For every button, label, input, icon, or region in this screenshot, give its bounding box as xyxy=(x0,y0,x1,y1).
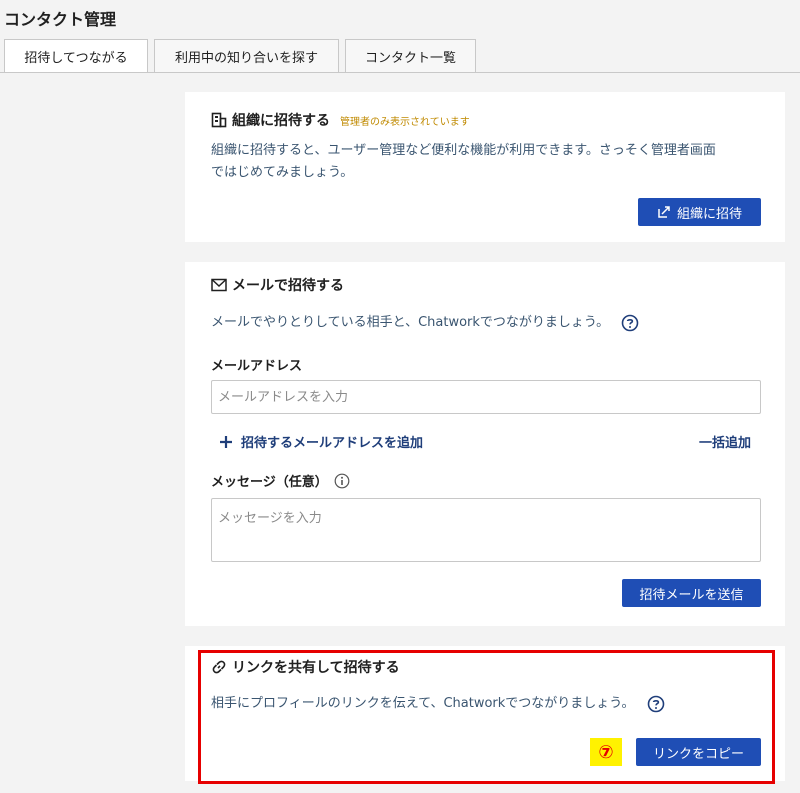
plus-icon xyxy=(220,435,232,448)
send-invite-mail-button[interactable]: 招待メールを送信 xyxy=(622,579,761,607)
tab-bar: 招待してつながる 利用中の知り合いを探す コンタクト一覧 xyxy=(4,39,482,72)
envelope-icon xyxy=(211,278,227,292)
org-invite-description-line1: 組織に招待すると、ユーザー管理など便利な機能が利用できます。さっそく管理者画面 xyxy=(211,143,716,158)
org-invite-button[interactable]: 組織に招待 xyxy=(638,198,761,226)
org-invite-card: 組織に招待する 管理者のみ表示されています 組織に招待すると、ユーザー管理など便… xyxy=(185,92,785,242)
message-textarea[interactable] xyxy=(211,498,761,562)
step-number-badge: ⑦ xyxy=(590,738,622,766)
mail-invite-description-row: メールでやりとりしている相手と、Chatworkでつながりましょう。 xyxy=(211,312,639,334)
send-invite-mail-label: 招待メールを送信 xyxy=(639,587,744,603)
tab-divider xyxy=(0,72,800,73)
email-input[interactable] xyxy=(211,380,761,414)
building-icon xyxy=(211,112,227,128)
question-circle-icon[interactable] xyxy=(621,314,639,332)
add-email-label: 招待するメールアドレスを追加 xyxy=(241,436,424,451)
link-invite-card: リンクを共有して招待する 相手にプロフィールのリンクを伝えて、Chatworkで… xyxy=(185,646,785,781)
org-invite-title-row: 組織に招待する 管理者のみ表示されています xyxy=(211,110,470,130)
copy-link-button[interactable]: リンクをコピー xyxy=(636,738,761,766)
org-invite-description-line2: ではじめてみましょう。 xyxy=(211,165,354,180)
tab-contact-list[interactable]: コンタクト一覧 xyxy=(345,39,476,72)
message-label: メッセージ（任意） xyxy=(211,475,328,490)
link-invite-description: 相手にプロフィールのリンクを伝えて、Chatworkでつながりましょう。 xyxy=(211,696,635,711)
mail-invite-title: メールで招待する xyxy=(232,278,344,294)
add-email-link[interactable]: 招待するメールアドレスを追加 xyxy=(219,432,423,451)
org-invite-title: 組織に招待する xyxy=(232,113,330,129)
mail-invite-title-row: メールで招待する xyxy=(211,275,344,295)
mail-invite-card: メールで招待する メールでやりとりしている相手と、Chatworkでつながりまし… xyxy=(185,262,785,626)
question-circle-icon[interactable] xyxy=(647,695,665,713)
mail-invite-description: メールでやりとりしている相手と、Chatworkでつながりましょう。 xyxy=(211,315,610,330)
message-label-row: メッセージ（任意） xyxy=(211,471,350,490)
email-label: メールアドレス xyxy=(211,359,303,374)
page-title: コンタクト管理 xyxy=(4,10,117,29)
external-link-icon xyxy=(658,206,670,218)
org-invite-description: 組織に招待すると、ユーザー管理など便利な機能が利用できます。さっそく管理者画面 … xyxy=(211,140,716,184)
tab-invite[interactable]: 招待してつながる xyxy=(4,39,148,72)
tab-find-acquaintances[interactable]: 利用中の知り合いを探す xyxy=(154,39,339,72)
link-icon xyxy=(212,660,226,674)
link-invite-title-row: リンクを共有して招待する xyxy=(211,657,400,677)
link-invite-title: リンクを共有して招待する xyxy=(232,660,400,676)
info-circle-icon[interactable] xyxy=(334,473,350,489)
copy-link-label: リンクをコピー xyxy=(652,746,744,762)
link-invite-description-row: 相手にプロフィールのリンクを伝えて、Chatworkでつながりましょう。 xyxy=(211,693,665,715)
org-invite-button-label: 組織に招待 xyxy=(676,206,742,222)
bulk-add-link[interactable]: 一括追加 xyxy=(699,432,751,451)
admin-only-note: 管理者のみ表示されています xyxy=(340,116,470,128)
